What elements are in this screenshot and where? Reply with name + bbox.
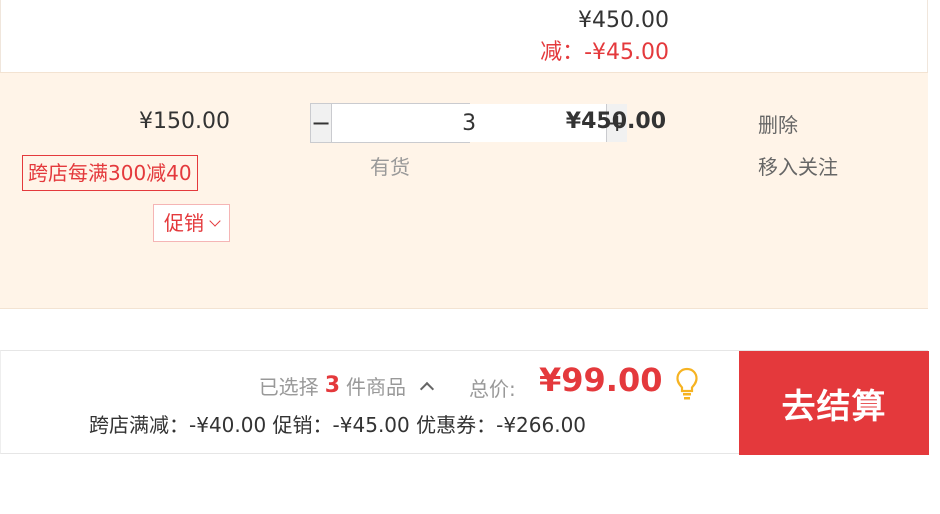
selected-count: 3 xyxy=(324,373,340,398)
checkout-bar: 已选择 3 件商品 总价: ¥99.00 跨店满减：-¥40.00 促销：-¥4… xyxy=(0,350,929,455)
decrease-quantity-button[interactable]: − xyxy=(311,104,333,142)
previous-item-discount: 减：-¥45.00 xyxy=(540,40,669,65)
promotion-dropdown-label: 促销 xyxy=(164,211,204,235)
stock-status: 有货 xyxy=(370,155,410,179)
chevron-down-icon xyxy=(209,215,221,227)
lightbulb-icon[interactable] xyxy=(675,367,699,401)
cross-store-promo-tag: 跨店每满300减40 xyxy=(22,155,198,191)
selected-prefix: 已选择 xyxy=(258,375,319,399)
delete-link[interactable]: 删除 xyxy=(758,109,798,138)
cart-item-row: ¥150.00 跨店每满300减40 促销 − + 有货 ¥450.00 删除 … xyxy=(0,72,928,309)
unit-price: ¥150.00 xyxy=(139,109,230,134)
discount-breakdown: 跨店满减：-¥40.00 促销：-¥45.00 优惠券：-¥266.00 xyxy=(89,413,587,437)
item-subtotal: ¥450.00 xyxy=(565,109,666,134)
promotion-dropdown[interactable]: 促销 xyxy=(153,204,230,242)
quantity-stepper: − + xyxy=(310,103,628,143)
previous-item-subtotal: ¥450.00 xyxy=(578,8,669,33)
total-price-value: ¥99.00 xyxy=(539,361,663,399)
chevron-up-icon[interactable] xyxy=(419,381,435,396)
checkout-button[interactable]: 去结算 xyxy=(739,351,929,455)
total-price-label: 总价: xyxy=(469,377,516,401)
move-to-favorites-link[interactable]: 移入关注 xyxy=(758,151,838,180)
previous-item-summary: ¥450.00 减：-¥45.00 xyxy=(0,0,928,72)
selected-items-toggle[interactable]: 已选择 3 件商品 xyxy=(259,371,438,400)
selected-suffix: 件商品 xyxy=(346,375,406,399)
